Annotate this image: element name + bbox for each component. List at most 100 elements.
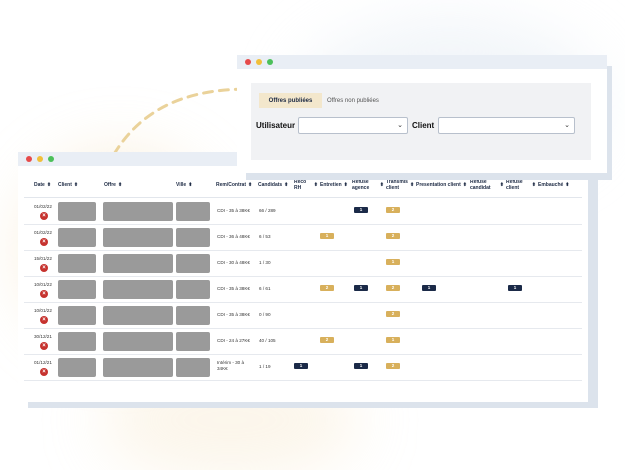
filter-panel: Offres publiées Offres non publiées Util…: [251, 83, 591, 160]
column-header-label: Rem/Contrat: [216, 182, 247, 188]
offer-redacted: [103, 202, 173, 221]
contract-cell: CDI - 35 à 38K€: [217, 312, 250, 317]
sort-icon[interactable]: ⬍: [500, 182, 504, 188]
delete-icon[interactable]: ×: [40, 290, 48, 298]
delete-icon[interactable]: ×: [40, 342, 48, 350]
candidates-cell[interactable]: 6 / 53: [259, 234, 271, 240]
sort-icon[interactable]: ⬍: [344, 182, 348, 188]
candidates-cell[interactable]: 0 / 90: [259, 312, 271, 318]
sort-icon[interactable]: ⬍: [188, 182, 192, 188]
delete-icon[interactable]: ×: [40, 368, 48, 376]
table-row[interactable]: 01/12/21 × Intérim - 30 à 34K€ 1 / 19 1 1 2: [24, 355, 582, 381]
sort-icon[interactable]: ⬍: [532, 182, 536, 188]
sort-icon[interactable]: ⬍: [463, 182, 467, 188]
count-badge[interactable]: 1: [294, 363, 308, 369]
user-select[interactable]: ⌄: [298, 117, 408, 134]
table-row[interactable]: 30/12/21 × CDI - 24 à 27K€ 40 / 105 2 1: [24, 329, 582, 355]
close-dot-icon[interactable]: [245, 59, 251, 65]
candidates-cell[interactable]: 40 / 105: [259, 338, 276, 344]
date-cell: 01/12/21: [34, 360, 52, 365]
column-header-label: Transmis client: [386, 179, 408, 191]
count-badge[interactable]: 2: [386, 233, 400, 239]
contract-cell: CDI - 35 à 38K€: [217, 286, 250, 291]
client-redacted: [58, 280, 96, 299]
client-select[interactable]: ⌄: [438, 117, 575, 134]
table-row[interactable]: 15/01/22 × CDI - 30 à 48K€ 1 / 30 1: [24, 251, 582, 277]
close-dot-icon[interactable]: [26, 156, 32, 162]
date-cell: 10/01/22: [34, 308, 52, 313]
city-redacted: [176, 332, 210, 351]
minimize-dot-icon[interactable]: [37, 156, 43, 162]
date-cell: 15/01/22: [34, 256, 52, 261]
offer-redacted: [103, 228, 173, 247]
sort-icon[interactable]: ⬍: [410, 182, 414, 188]
column-header-label: Refusé candidat: [470, 179, 491, 191]
offers-table: Date ⬍ Client ⬍ Offre ⬍ Ville ⬍ Rem/Contrat ⬍ Cand…: [24, 172, 582, 396]
candidates-cell[interactable]: 66 / 289: [259, 208, 276, 214]
count-badge[interactable]: 1: [422, 285, 436, 291]
client-redacted: [58, 254, 96, 273]
column-header[interactable]: Date ⬍: [34, 172, 58, 198]
count-badge[interactable]: 2: [320, 285, 334, 291]
count-badge[interactable]: 1: [354, 363, 368, 369]
column-header-label: Refusé client: [506, 179, 523, 191]
candidates-cell[interactable]: 6 / 61: [259, 286, 271, 292]
client-redacted: [58, 358, 96, 377]
count-badge[interactable]: 1: [508, 285, 522, 291]
count-badge[interactable]: 1: [320, 233, 334, 239]
count-badge[interactable]: 2: [386, 285, 400, 291]
table-row[interactable]: 01/02/22 × CDI - 36 à 48K€ 6 / 53 1 2: [24, 225, 582, 251]
sort-icon[interactable]: ⬍: [380, 182, 384, 188]
candidates-cell[interactable]: 1 / 19: [259, 364, 271, 370]
sort-icon[interactable]: ⬍: [284, 182, 288, 188]
city-redacted: [176, 228, 210, 247]
table-window: Date ⬍ Client ⬍ Offre ⬍ Ville ⬍ Rem/Contrat ⬍ Cand…: [18, 152, 588, 402]
table-row[interactable]: 10/01/22 × CDI - 35 à 38K€ 0 / 90 2: [24, 303, 582, 329]
tab-published-offers[interactable]: Offres publiées: [259, 93, 322, 108]
count-badge[interactable]: 1: [354, 285, 368, 291]
sort-icon[interactable]: ⬍: [565, 182, 569, 188]
tab-unpublished-offers[interactable]: Offres non publiées: [327, 93, 379, 108]
count-badge[interactable]: 2: [386, 363, 400, 369]
client-redacted: [58, 202, 96, 221]
column-header[interactable]: Ville ⬍: [176, 172, 214, 198]
column-header-label: Embauché: [538, 182, 564, 188]
table-row[interactable]: 01/02/22 × CDI - 35 à 38K€ 66 / 289 1 2: [24, 199, 582, 225]
delete-icon[interactable]: ×: [40, 238, 48, 246]
sort-icon[interactable]: ⬍: [74, 182, 78, 188]
column-header-label: Presentation client: [416, 182, 461, 188]
city-redacted: [176, 306, 210, 325]
count-badge[interactable]: 1: [386, 337, 400, 343]
chevron-down-icon: ⌄: [564, 122, 570, 129]
offer-redacted: [103, 280, 173, 299]
maximize-dot-icon[interactable]: [48, 156, 54, 162]
sort-icon[interactable]: ⬍: [314, 182, 318, 188]
candidates-cell[interactable]: 1 / 30: [259, 260, 271, 266]
minimize-dot-icon[interactable]: [256, 59, 262, 65]
column-header-label: Reco RH: [294, 179, 307, 191]
table-row[interactable]: 10/01/22 × CDI - 35 à 38K€ 6 / 61 2 1 2 1 1: [24, 277, 582, 303]
sort-icon[interactable]: ⬍: [248, 182, 252, 188]
column-header-label: Client: [58, 182, 72, 188]
count-badge[interactable]: 2: [386, 207, 400, 213]
delete-icon[interactable]: ×: [40, 316, 48, 324]
contract-cell: CDI - 30 à 48K€: [217, 260, 250, 265]
count-badge[interactable]: 1: [386, 259, 400, 265]
column-header[interactable]: Client ⬍: [58, 172, 102, 198]
offers-window-titlebar: [237, 55, 607, 69]
column-header-label: Offre: [104, 182, 116, 188]
count-badge[interactable]: 1: [354, 207, 368, 213]
column-header[interactable]: Offre ⬍: [104, 172, 174, 198]
maximize-dot-icon[interactable]: [267, 59, 273, 65]
count-badge[interactable]: 2: [320, 337, 334, 343]
sort-icon[interactable]: ⬍: [118, 182, 122, 188]
column-header-label: Entretien: [320, 182, 342, 188]
city-redacted: [176, 202, 210, 221]
count-badge[interactable]: 2: [386, 311, 400, 317]
delete-icon[interactable]: ×: [40, 212, 48, 220]
client-redacted: [58, 306, 96, 325]
delete-icon[interactable]: ×: [40, 264, 48, 272]
date-cell: 10/01/22: [34, 282, 52, 287]
sort-icon[interactable]: ⬍: [47, 182, 51, 188]
offer-redacted: [103, 358, 173, 377]
